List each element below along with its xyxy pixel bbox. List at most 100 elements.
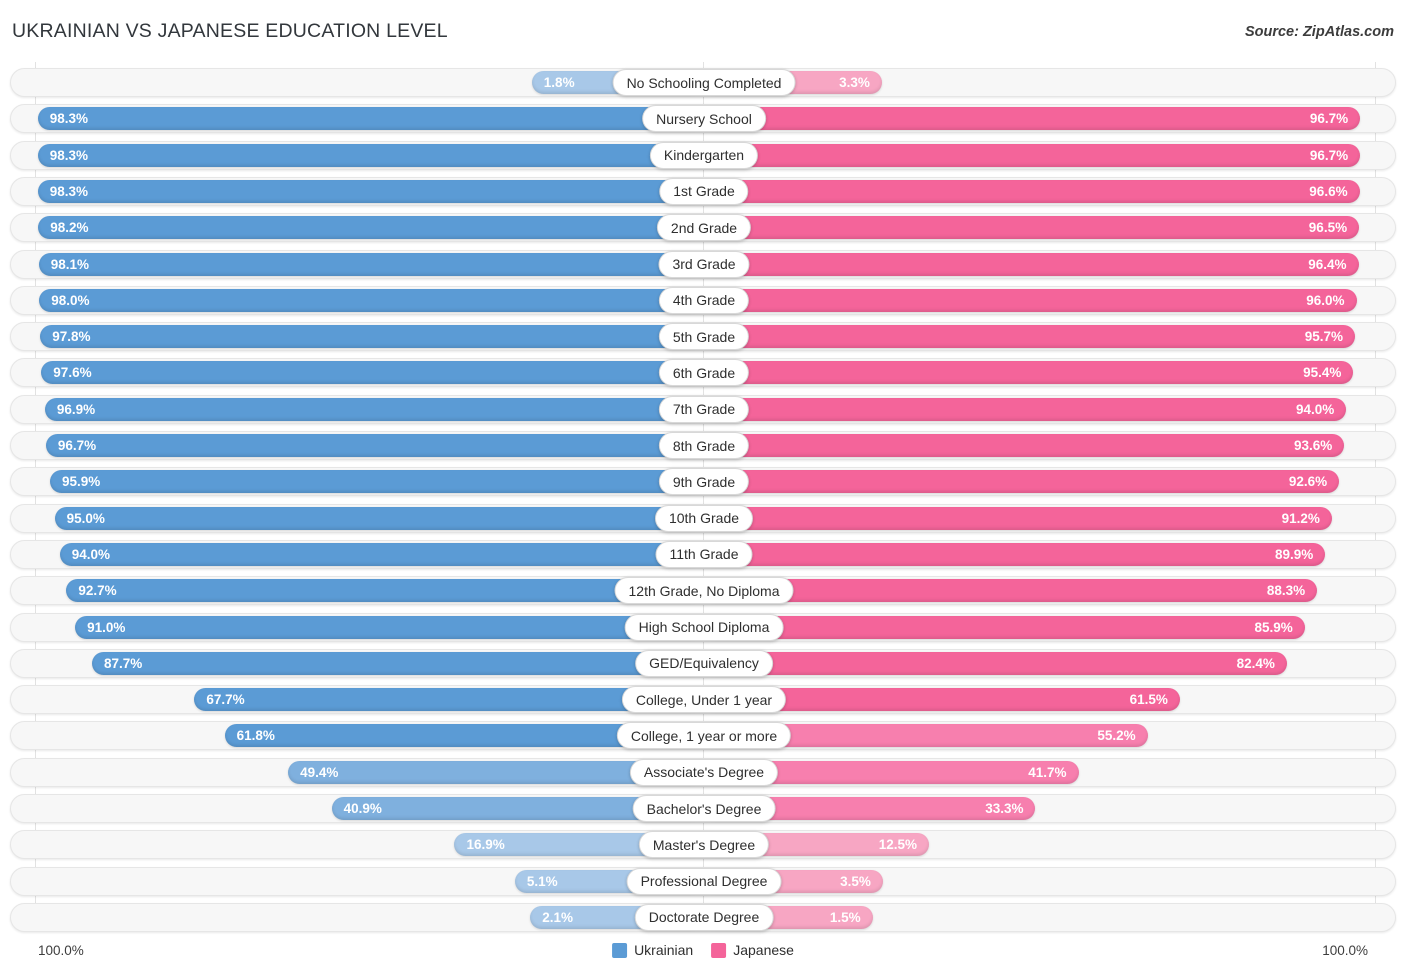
bar-value-ukrainian: 98.2% xyxy=(50,220,89,236)
category-label-pill: Kindergarten xyxy=(649,141,759,169)
category-label-pill: 3rd Grade xyxy=(658,250,750,278)
bar-value-japanese: 95.4% xyxy=(1303,365,1342,381)
bar-row-inner: 98.0% 96.0% 4th Grade xyxy=(11,286,1395,314)
bar-ukrainian xyxy=(59,542,702,566)
bar-row: 94.0% 89.9% 11th Grade xyxy=(10,539,1396,569)
bar-row-inner: 98.1% 96.4% 3rd Grade xyxy=(11,250,1395,278)
bar-value-ukrainian: 94.0% xyxy=(71,546,111,562)
bar-value-japanese: 61.5% xyxy=(1129,692,1168,708)
bar-row: 16.9% 12.5% Master's Degree xyxy=(10,830,1396,860)
bar-japanese xyxy=(704,216,1360,240)
bar-row-inner: 97.6% 95.4% 6th Grade xyxy=(11,359,1395,387)
bar-value-japanese: 96.4% xyxy=(1308,256,1347,272)
bar-ukrainian xyxy=(40,325,702,349)
category-label-pill: 11th Grade xyxy=(655,540,753,568)
bar-ukrainian xyxy=(91,651,702,675)
category-label-text: No Schooling Completed xyxy=(626,74,782,91)
bar-row-inner: 94.0% 89.9% 11th Grade xyxy=(11,540,1395,568)
bar-ukrainian xyxy=(54,506,702,530)
category-label-text: High School Diploma xyxy=(638,619,770,635)
bar-japanese xyxy=(704,179,1360,203)
bar-value-japanese: 33.3% xyxy=(985,801,1024,816)
legend-swatch-icon xyxy=(612,942,628,958)
bar-value-ukrainian: 5.1% xyxy=(526,873,558,889)
bar-japanese xyxy=(704,651,1287,675)
bar-row: 98.0% 96.0% 4th Grade xyxy=(10,285,1396,315)
bar-value-japanese: 85.9% xyxy=(1254,619,1293,635)
bar-value-japanese: 82.4% xyxy=(1236,655,1275,671)
category-label-text: Doctorate Degree xyxy=(648,909,760,926)
bar-value-japanese: 89.9% xyxy=(1275,546,1314,562)
bar-row: 98.3% 96.6% 1st Grade xyxy=(10,176,1396,206)
category-label-text: Bachelor's Degree xyxy=(646,800,762,817)
category-label-pill: 10th Grade xyxy=(654,504,754,532)
category-label-pill: 1st Grade xyxy=(659,177,749,205)
bar-row: 96.9% 94.0% 7th Grade xyxy=(10,394,1396,424)
bar-row-inner: 98.3% 96.7% Nursery School xyxy=(11,105,1395,133)
legend-item: Japanese xyxy=(711,942,794,958)
bar-value-ukrainian: 98.0% xyxy=(51,292,90,308)
bar-value-ukrainian: 67.7% xyxy=(206,692,245,708)
bar-row-inner: 16.9% 12.5% Master's Degree xyxy=(11,831,1395,859)
page-title: UKRAINIAN VS JAPANESE EDUCATION LEVEL xyxy=(12,20,448,42)
bar-value-ukrainian: 87.7% xyxy=(103,655,143,671)
legend-label: Ukrainian xyxy=(634,942,694,958)
bar-value-ukrainian: 98.3% xyxy=(49,147,88,163)
bar-row-inner: 40.9% 33.3% Bachelor's Degree xyxy=(11,795,1395,822)
legend-label: Japanese xyxy=(733,942,794,958)
axis-label-right: 100.0% xyxy=(1322,943,1368,958)
category-label-text: College, 1 year or more xyxy=(630,727,778,744)
category-label-text: College, Under 1 year xyxy=(635,691,773,708)
bar-value-ukrainian: 40.9% xyxy=(343,801,382,816)
bar-japanese xyxy=(704,325,1355,349)
bar-row-inner: 97.8% 95.7% 5th Grade xyxy=(11,323,1395,351)
bar-japanese xyxy=(704,288,1357,312)
bar-japanese xyxy=(704,252,1359,276)
bar-value-japanese: 1.5% xyxy=(829,909,861,925)
category-label-pill: No Schooling Completed xyxy=(612,69,796,96)
category-label-text: 2nd Grade xyxy=(670,219,738,236)
bar-value-japanese: 12.5% xyxy=(878,837,917,853)
bar-ukrainian xyxy=(39,288,702,312)
category-label-pill: 12th Grade, No Diploma xyxy=(614,577,794,605)
bar-row-inner: 1.8% 3.3% No Schooling Completed xyxy=(11,69,1395,96)
bar-japanese xyxy=(704,470,1340,494)
bar-row-inner: 92.7% 88.3% 12th Grade, No Diploma xyxy=(11,577,1395,605)
category-label-text: 7th Grade xyxy=(672,401,736,418)
category-label-text: 8th Grade xyxy=(672,437,736,454)
bar-ukrainian xyxy=(38,252,702,276)
bar-ukrainian xyxy=(45,434,702,457)
legend-swatch-icon xyxy=(711,942,727,958)
category-label-pill: Nursery School xyxy=(642,105,766,133)
bar-row-inner: 95.9% 92.6% 9th Grade xyxy=(11,468,1395,496)
bar-value-japanese: 96.6% xyxy=(1309,183,1348,199)
chart-header: UKRAINIAN VS JAPANESE EDUCATION LEVEL So… xyxy=(0,0,1406,62)
bar-row: 95.9% 92.6% 9th Grade xyxy=(10,467,1396,497)
bar-row: 97.6% 95.4% 6th Grade xyxy=(10,358,1396,388)
category-label-text: Kindergarten xyxy=(663,147,745,164)
category-label-pill: 9th Grade xyxy=(658,468,750,496)
bar-row: 1.8% 3.3% No Schooling Completed xyxy=(10,68,1396,97)
bar-row: 91.0% 85.9% High School Diploma xyxy=(10,612,1396,642)
category-label-text: 3rd Grade xyxy=(672,256,736,272)
source-attribution: Source: ZipAtlas.com xyxy=(1244,24,1394,40)
bar-row: 98.1% 96.4% 3rd Grade xyxy=(10,249,1396,279)
category-label-text: 4th Grade xyxy=(672,292,736,309)
bar-ukrainian xyxy=(37,107,702,131)
bar-row: 5.1% 3.5% Professional Degree xyxy=(10,866,1396,896)
bar-ukrainian xyxy=(38,216,702,240)
category-label-text: 6th Grade xyxy=(672,364,736,381)
category-label-text: Professional Degree xyxy=(640,873,768,890)
bar-value-japanese: 96.0% xyxy=(1306,292,1345,308)
bar-ukrainian xyxy=(75,615,702,639)
bar-value-ukrainian: 2.1% xyxy=(542,909,574,925)
category-label-pill: 6th Grade xyxy=(658,359,750,387)
bar-row: 2.1% 1.5% Doctorate Degree xyxy=(10,902,1396,932)
bar-value-japanese: 96.7% xyxy=(1309,111,1349,127)
bar-value-ukrainian: 95.0% xyxy=(66,510,105,526)
category-label-pill: Doctorate Degree xyxy=(634,903,774,931)
category-label-text: 11th Grade xyxy=(669,546,739,563)
bar-row-inner: 96.9% 94.0% 7th Grade xyxy=(11,395,1395,423)
bar-value-ukrainian: 16.9% xyxy=(466,837,505,853)
category-label-text: 5th Grade xyxy=(672,328,736,345)
